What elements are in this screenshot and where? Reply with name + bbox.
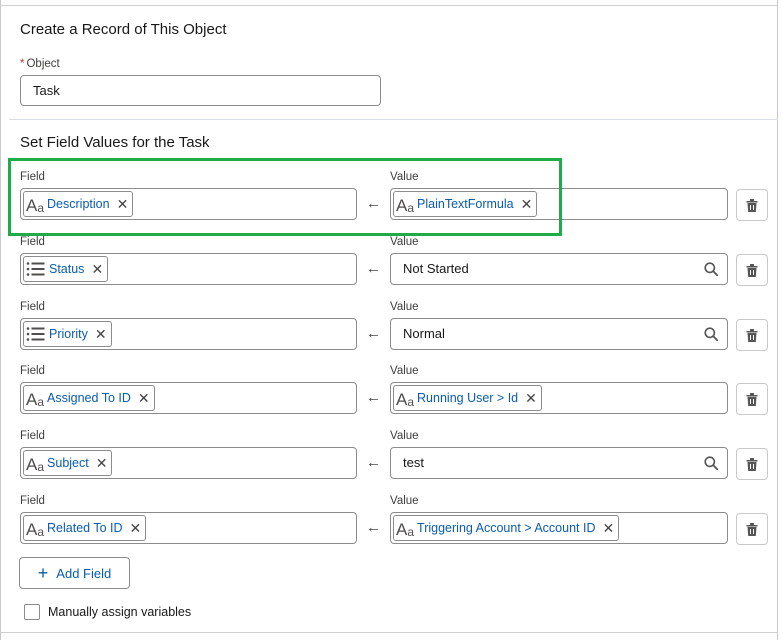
field-pill[interactable]: Aa Assigned To ID ✕ xyxy=(23,385,155,411)
trash-icon xyxy=(746,328,758,342)
remove-icon[interactable]: ✕ xyxy=(130,521,142,535)
text-icon: Aa xyxy=(26,455,45,474)
remove-icon[interactable]: ✕ xyxy=(138,391,150,405)
value-text: Normal xyxy=(403,326,445,341)
search-icon xyxy=(704,327,718,341)
bottom-divider xyxy=(0,632,778,633)
object-label: * Object xyxy=(20,58,60,70)
trash-icon xyxy=(746,198,758,212)
left-arrow-icon: ← xyxy=(366,454,381,471)
picklist-icon xyxy=(26,327,45,341)
value-label: Value xyxy=(390,301,419,313)
field-pill-label: Priority xyxy=(49,327,88,341)
delete-row-button[interactable] xyxy=(736,448,768,480)
object-label-text: Object xyxy=(26,58,60,70)
value-pill-label: Running User > Id xyxy=(417,391,519,405)
field-input-related-to-id[interactable]: Aa Related To ID ✕ xyxy=(20,512,357,544)
value-input-triggering-account-id[interactable]: Aa Triggering Account > Account ID ✕ xyxy=(390,512,728,544)
text-icon: Aa xyxy=(26,390,45,409)
search-icon xyxy=(704,456,718,470)
manual-assign-checkbox[interactable] xyxy=(24,604,40,620)
field-label: Field xyxy=(20,495,45,507)
field-input-status[interactable]: Status ✕ xyxy=(20,253,357,285)
trash-icon xyxy=(746,392,758,406)
field-label: Field xyxy=(20,301,45,313)
field-input-priority[interactable]: Priority ✕ xyxy=(20,318,357,350)
left-arrow-icon: ← xyxy=(366,519,381,536)
value-pill-label: Triggering Account > Account ID xyxy=(417,521,596,535)
manual-assign-label: Manually assign variables xyxy=(48,605,192,619)
value-input-priority[interactable]: Normal xyxy=(390,318,728,350)
value-text: test xyxy=(403,455,424,470)
value-label: Value xyxy=(390,495,419,507)
text-icon: Aa xyxy=(26,520,45,539)
add-field-label: Add Field xyxy=(56,565,112,581)
left-arrow-icon: ← xyxy=(366,260,381,277)
value-input-status[interactable]: Not Started xyxy=(390,253,728,285)
value-text: Not Started xyxy=(403,261,469,276)
delete-row-button[interactable] xyxy=(736,513,768,545)
search-icon xyxy=(704,262,718,276)
value-pill[interactable]: Aa Triggering Account > Account ID ✕ xyxy=(393,515,620,541)
delete-row-button[interactable] xyxy=(736,319,768,351)
field-pill-label: Status xyxy=(49,262,85,276)
plus-icon: + xyxy=(37,563,49,583)
delete-row-button[interactable] xyxy=(736,383,768,415)
required-mark: * xyxy=(20,58,25,70)
top-divider xyxy=(0,5,778,6)
remove-icon[interactable]: ✕ xyxy=(96,456,108,470)
add-field-button[interactable]: + Add Field xyxy=(19,557,130,589)
field-label: Field xyxy=(20,430,45,442)
remove-icon[interactable]: ✕ xyxy=(525,391,537,405)
highlight-box xyxy=(8,158,562,236)
value-input-subject[interactable]: test xyxy=(390,447,728,479)
value-label: Value xyxy=(390,236,419,248)
remove-icon[interactable]: ✕ xyxy=(603,521,615,535)
field-pill[interactable]: Priority ✕ xyxy=(23,321,112,347)
field-pill[interactable]: Status ✕ xyxy=(23,256,109,282)
value-label: Value xyxy=(390,365,419,377)
value-label: Value xyxy=(390,430,419,442)
field-pill-label: Assigned To ID xyxy=(47,391,131,405)
section-divider xyxy=(9,119,778,120)
field-pill-label: Related To ID xyxy=(47,521,123,535)
trash-icon xyxy=(746,457,758,471)
trash-icon xyxy=(746,522,758,536)
delete-row-button[interactable] xyxy=(736,189,768,221)
field-input-subject[interactable]: Aa Subject ✕ xyxy=(20,447,357,479)
text-icon: Aa xyxy=(396,520,415,539)
picklist-icon xyxy=(26,262,45,276)
object-input[interactable]: Task xyxy=(20,75,381,106)
delete-row-button[interactable] xyxy=(736,254,768,286)
set-field-values-title: Set Field Values for the Task xyxy=(20,134,210,151)
value-input-running-user-id[interactable]: Aa Running User > Id ✕ xyxy=(390,382,728,414)
field-pill[interactable]: Aa Related To ID ✕ xyxy=(23,515,147,541)
field-label: Field xyxy=(20,365,45,377)
field-input-assigned-to-id[interactable]: Aa Assigned To ID ✕ xyxy=(20,382,357,414)
remove-icon[interactable]: ✕ xyxy=(95,327,107,341)
create-record-title: Create a Record of This Object xyxy=(20,21,227,38)
value-pill[interactable]: Aa Running User > Id ✕ xyxy=(393,385,542,411)
trash-icon xyxy=(746,263,758,277)
left-arrow-icon: ← xyxy=(366,389,381,406)
text-icon: Aa xyxy=(396,390,415,409)
remove-icon[interactable]: ✕ xyxy=(91,262,103,276)
field-label: Field xyxy=(20,236,45,248)
field-pill[interactable]: Aa Subject ✕ xyxy=(23,450,113,476)
field-pill-label: Subject xyxy=(47,456,89,470)
left-arrow-icon: ← xyxy=(366,325,381,342)
